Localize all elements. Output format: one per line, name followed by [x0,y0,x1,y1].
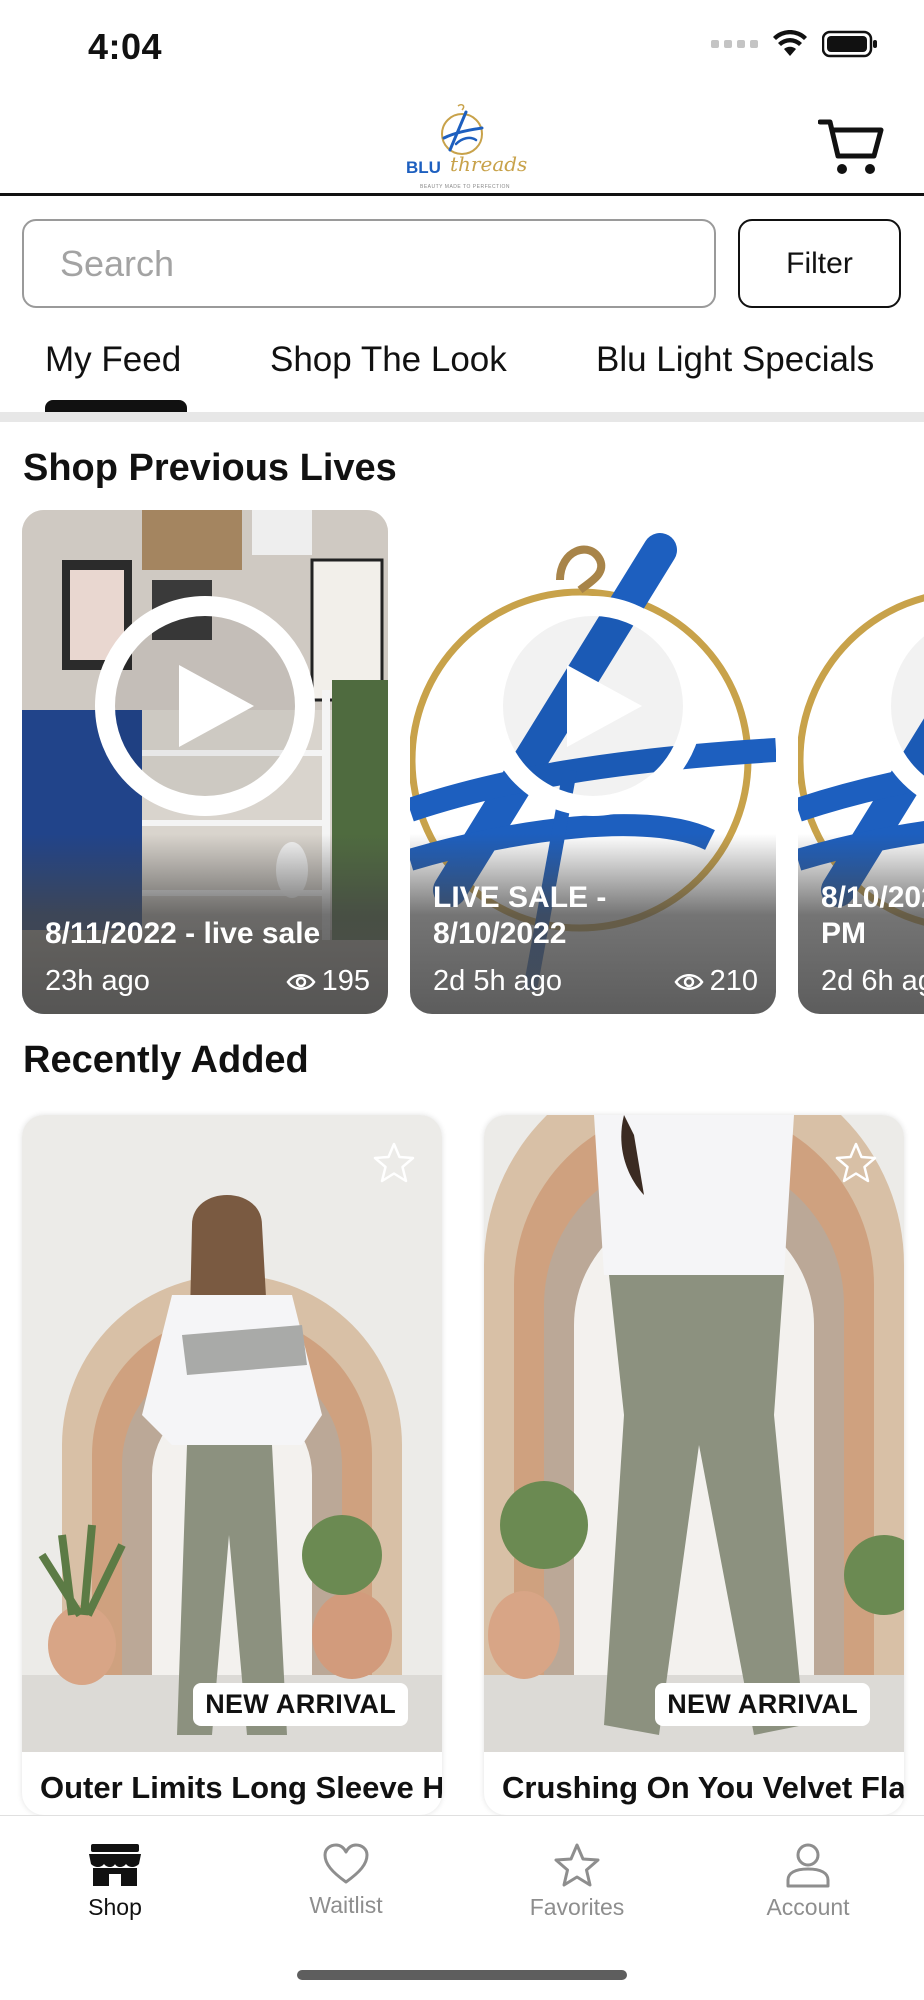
nav-label-account: Account [766,1894,850,1920]
tab-shop-the-look[interactable]: Shop The Look [270,340,507,380]
favorite-star-icon[interactable] [834,1141,878,1185]
live-title: LIVE SALE - 8/10/2022 [433,881,607,950]
nav-item-waitlist[interactable]: Waitlist [256,1842,436,1919]
live-card[interactable]: 8/10/2022 PM 2d 6h ago [798,510,924,1014]
nav-label-shop: Shop [88,1894,142,1920]
tab-blu-light-specials[interactable]: Blu Light Specials [596,340,874,380]
eye-icon [674,973,704,990]
nav-label-waitlist: Waitlist [309,1892,383,1918]
live-views: 195 [286,965,370,998]
live-card[interactable]: LIVE SALE - 8/10/2022 2d 5h ago 210 [410,510,776,1014]
status-bar: 4:04 [0,0,924,100]
logo-tagline: BEAUTY MADE TO PERFECTION [420,184,511,190]
product-card[interactable]: NEW ARRIVAL Outer Limits Long Sleeve Hoo… [22,1115,442,1815]
shopping-cart-icon [817,119,884,174]
live-views-count: 195 [321,965,370,997]
tab-my-feed[interactable]: My Feed [45,340,181,380]
star-icon [554,1843,600,1887]
live-views: 210 [674,965,758,998]
live-card[interactable]: 8/11/2022 - live sale 23h ago 195 [22,510,388,1014]
feed-tabs: My Feed Shop The Look Blu Light Specials [0,330,924,422]
play-icon[interactable] [870,595,924,817]
section-title-previous-lives: Shop Previous Lives [23,447,397,489]
signal-icon [711,40,758,48]
search-input[interactable] [24,221,714,306]
product-image [22,1115,442,1752]
live-title: 8/11/2022 - live sale [45,917,321,950]
play-icon[interactable] [482,595,704,817]
cart-button[interactable] [817,116,884,178]
nav-item-shop[interactable]: Shop [25,1842,205,1921]
product-card[interactable]: NEW ARRIVAL Crushing On You Velvet Flare… [484,1115,904,1815]
nav-label-favorites: Favorites [529,1894,625,1920]
section-title-recently-added: Recently Added [23,1039,309,1081]
live-age: 23h ago [45,965,150,997]
home-indicator [297,1970,627,1980]
battery-icon [822,30,877,58]
play-icon[interactable] [94,595,316,817]
status-icons [711,30,878,58]
logo-brand-text: BLU [406,158,441,177]
heart-icon [323,1843,369,1884]
wifi-icon [773,30,807,56]
live-views-count: 210 [709,965,758,997]
tabs-divider [0,412,924,422]
favorite-star-icon[interactable] [372,1141,416,1185]
search-box[interactable] [22,219,716,308]
new-arrival-badge: NEW ARRIVAL [655,1683,870,1726]
nav-item-account[interactable]: Account [718,1842,898,1921]
brand-logo[interactable]: BLU threads BEAUTY MADE TO PERFECTION [400,104,527,192]
logo-script-text: threads [450,152,528,176]
eye-icon [286,973,316,990]
live-title: 8/10/2022 PM [821,881,924,950]
filter-button[interactable]: Filter [738,219,901,308]
previous-lives-carousel[interactable]: 8/11/2022 - live sale 23h ago 195 LIVE S… [0,510,924,1015]
storefront-icon [89,1844,141,1886]
app-header: BLU threads BEAUTY MADE TO PERFECTION [0,100,924,196]
nav-item-favorites[interactable]: Favorites [487,1842,667,1921]
product-name: Crushing On You Velvet Flares [502,1770,904,1805]
status-time: 4:04 [88,26,163,67]
person-icon [786,1843,830,1888]
live-age: 2d 6h ago [821,965,924,997]
product-image [484,1115,904,1752]
new-arrival-badge: NEW ARRIVAL [193,1683,408,1726]
product-name: Outer Limits Long Sleeve Hoodie [40,1770,442,1805]
live-age: 2d 5h ago [433,965,563,997]
